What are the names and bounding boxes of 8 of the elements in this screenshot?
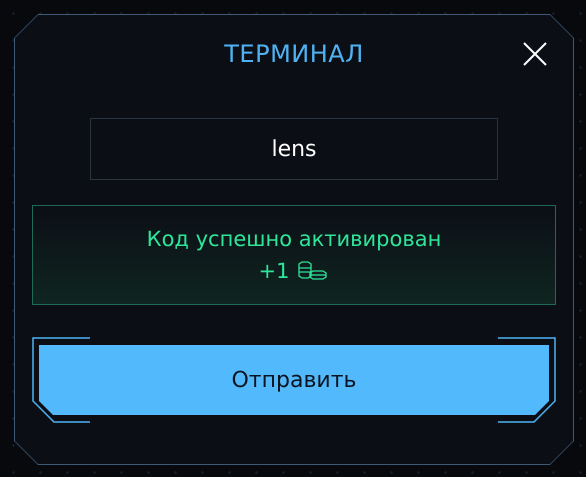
corner-bracket-icon [496, 337, 556, 423]
corner-bracket-icon [32, 337, 92, 423]
status-text: Код успешно активирован [146, 227, 442, 251]
coins-icon [297, 261, 330, 281]
reward-amount: +1 [258, 259, 290, 283]
code-field[interactable]: lens [90, 118, 498, 180]
dialog-title: ТЕРМИНАЛ [224, 40, 364, 68]
submit-button[interactable]: Отправить [39, 345, 549, 415]
